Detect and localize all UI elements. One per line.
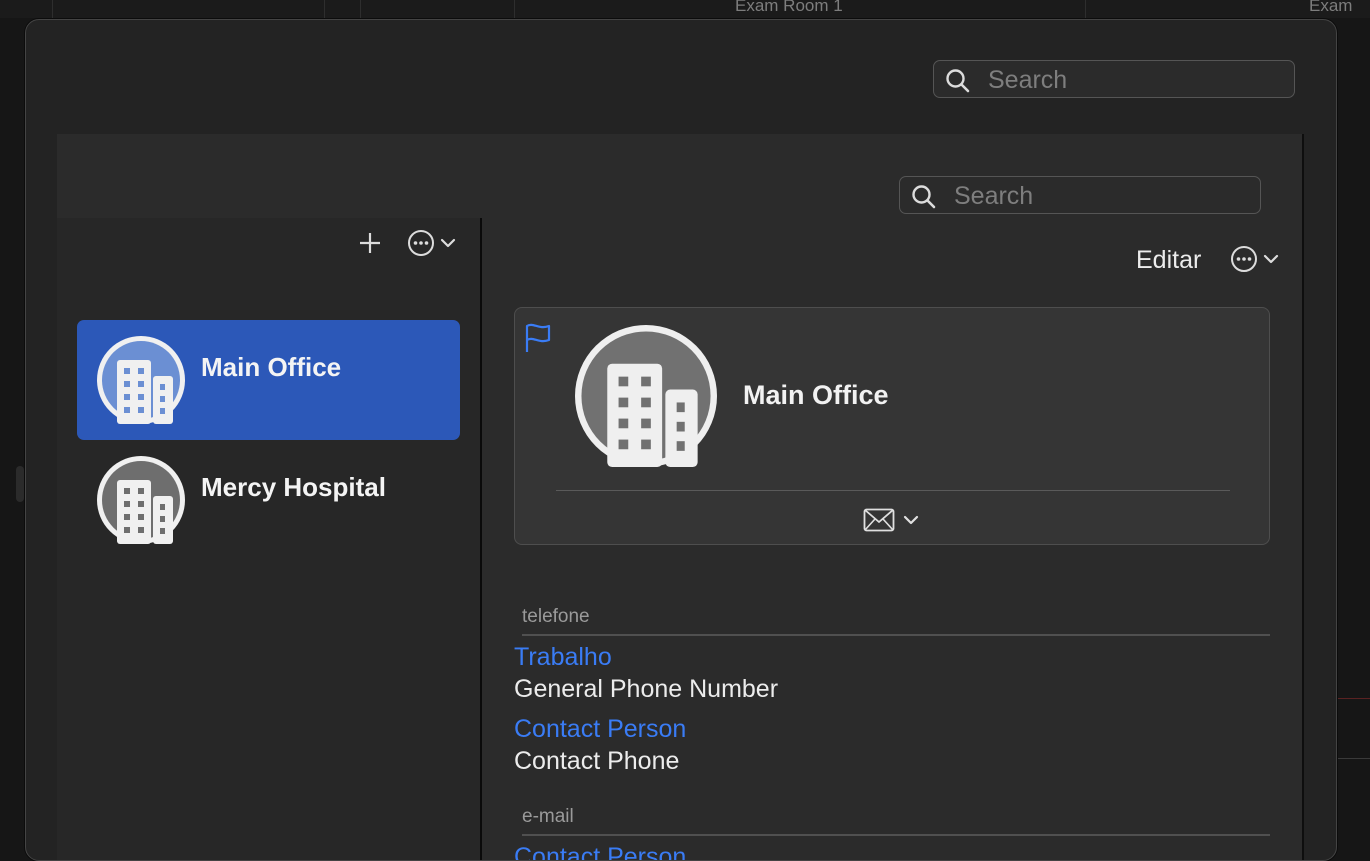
chevron-down-icon [440, 238, 456, 248]
phone-value[interactable]: General Phone Number [514, 675, 778, 704]
background-tab-bar: Exam Room 1 Exam [0, 0, 1370, 18]
background-handle [16, 466, 24, 502]
phone-value[interactable]: Contact Phone [514, 747, 679, 776]
search-icon [912, 185, 936, 209]
contact-list-sidebar: Main Office Mercy Hospital [57, 218, 480, 860]
ellipsis-circle-icon [1231, 246, 1257, 272]
tab-separator [514, 0, 515, 18]
tab-separator [324, 0, 325, 18]
detail-more-menu-button[interactable] [1230, 245, 1279, 273]
card-divider [556, 490, 1230, 491]
phone-type-label[interactable]: Trabalho [514, 643, 612, 672]
add-contact-button[interactable] [357, 230, 383, 256]
contacts-window: Main Office Mercy Hospital [25, 19, 1337, 861]
section-divider [522, 634, 1270, 636]
toolbar-search-input[interactable] [986, 65, 1240, 95]
contact-title: Main Office [743, 380, 889, 410]
contact-name: Mercy Hospital [201, 472, 386, 502]
section-divider [522, 834, 1270, 836]
contacts-search-field[interactable] [899, 176, 1261, 214]
contact-name: Main Office [201, 352, 342, 382]
background-line [1337, 758, 1370, 759]
building-avatar-icon [97, 336, 185, 424]
chevron-down-icon [1263, 254, 1279, 264]
background-line [1337, 698, 1370, 699]
content-edge [1302, 134, 1304, 860]
list-more-menu-button[interactable] [407, 229, 456, 257]
tab-separator [360, 0, 361, 18]
tab-separator [1085, 0, 1086, 18]
building-avatar-icon [575, 325, 717, 467]
envelope-icon [863, 508, 895, 532]
contacts-content: Main Office Mercy Hospital [57, 134, 1304, 860]
mail-action-button[interactable] [863, 508, 919, 532]
background-tab-label: Exam Room 1 [735, 0, 843, 15]
contact-list-item[interactable]: Main Office [77, 320, 460, 440]
split-divider[interactable] [480, 218, 482, 860]
contact-header-card: Main Office [514, 307, 1270, 545]
phone-type-label[interactable]: Contact Person [514, 715, 686, 744]
email-type-label[interactable]: Contact Person [514, 843, 686, 860]
ellipsis-circle-icon [408, 230, 434, 256]
background-tab-label: Exam [1309, 0, 1353, 15]
edit-button[interactable]: Editar [1136, 246, 1201, 275]
flag-icon[interactable] [523, 322, 553, 354]
phone-section-label: telefone [522, 606, 590, 627]
contacts-search-input[interactable] [952, 181, 1206, 211]
tab-separator [52, 0, 53, 18]
chevron-down-icon [903, 515, 919, 525]
toolbar-search-field[interactable] [933, 60, 1295, 98]
search-icon [946, 69, 970, 93]
contact-list-item[interactable]: Mercy Hospital [77, 440, 460, 560]
building-avatar-icon [97, 456, 185, 544]
email-section-label: e-mail [522, 806, 574, 827]
plus-icon [360, 233, 380, 253]
